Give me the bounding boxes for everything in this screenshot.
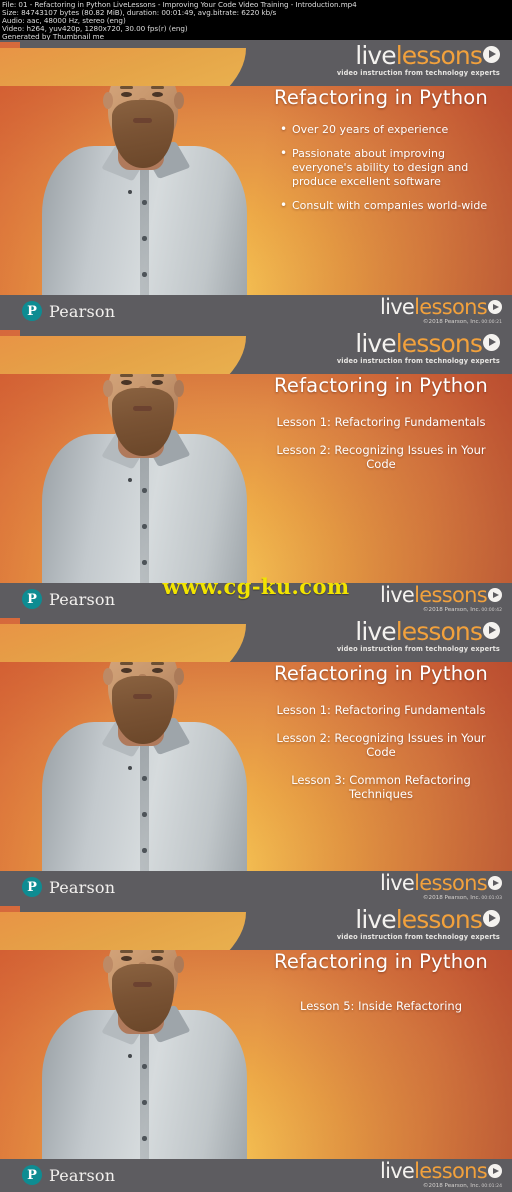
- copyright-text: ©2018 Pearson, Inc.: [422, 895, 481, 901]
- play-circle-icon: [483, 334, 500, 351]
- livelessons-logo: livelessons video instruction from techn…: [337, 331, 500, 365]
- video-frame[interactable]: livelessons video instruction from techn…: [0, 616, 512, 904]
- lesson-item: Lesson 5: Inside Refactoring: [299, 999, 462, 1013]
- frame-timecode: 00:00:21: [481, 320, 502, 325]
- logo-tagline: video instruction from technology expert…: [336, 69, 500, 77]
- slide-title: Refactoring in Python: [274, 86, 488, 109]
- logo-live-text: live: [355, 905, 396, 934]
- logo-live-text: live: [379, 1159, 415, 1183]
- slide-footer-bar: Pearson livelessons ©2018 Pearson, Inc.0…: [0, 295, 512, 328]
- slide-title: Refactoring in Python: [274, 950, 488, 973]
- pearson-logo: Pearson: [22, 877, 115, 897]
- lesson-list: Lesson 1: Refactoring Fundamentals Lesso…: [262, 703, 500, 802]
- frame-timecode: 00:01:24: [481, 1184, 502, 1189]
- lesson-item: Lesson 2: Recognizing Issues in Your Cod…: [276, 442, 486, 472]
- play-circle-icon: [488, 300, 502, 314]
- logo-lessons-text: lessons: [395, 617, 483, 646]
- slide-content: Refactoring in Python Lesson 5: Inside R…: [256, 950, 512, 1192]
- lesson-item: Lesson 1: Refactoring Fundamentals: [276, 703, 486, 717]
- pearson-mark-icon: [22, 877, 42, 897]
- bullet-item: Over 20 years of experience: [280, 122, 496, 137]
- logo-tagline: video instruction from technology expert…: [336, 933, 500, 941]
- slide-content: Refactoring in Python Over 20 years of e…: [256, 86, 512, 328]
- logo-lessons-text: lessons: [395, 905, 483, 934]
- logo-live-text: live: [355, 41, 396, 70]
- logo-live-text: live: [355, 617, 396, 646]
- logo-lessons-text: lessons: [414, 871, 488, 895]
- lesson-item: Lesson 2: Recognizing Issues in Your Cod…: [276, 730, 486, 760]
- slide-content: Refactoring in Python Lesson 1: Refactor…: [256, 662, 512, 904]
- copyright-text: ©2018 Pearson, Inc.: [422, 607, 481, 613]
- pearson-logo: Pearson: [22, 301, 115, 321]
- frame-grid: livelessons video instruction from techn…: [0, 40, 512, 1192]
- thumbnail-sheet: File: 01 - Refactoring in Python LiveLes…: [0, 0, 512, 1192]
- slide-footer-bar: Pearson livelessons ©2018 Pearson, Inc.0…: [0, 871, 512, 904]
- slide-footer-bar: Pearson livelessons ©2018 Pearson, Inc.0…: [0, 1159, 512, 1192]
- lesson-item: Lesson 3: Common Refactoring Techniques: [291, 772, 471, 802]
- site-watermark: www.cg-ku.com: [162, 574, 350, 599]
- livelessons-logo: livelessons video instruction from techn…: [337, 43, 500, 77]
- logo-live-text: live: [379, 295, 415, 319]
- file-metadata-header: File: 01 - Refactoring in Python LiveLes…: [0, 0, 512, 40]
- slide-title: Refactoring in Python: [274, 374, 488, 397]
- slide-header-band: livelessons video instruction from techn…: [0, 40, 512, 86]
- pearson-wordmark: Pearson: [49, 301, 116, 321]
- frame-timecode: 00:00:42: [481, 608, 502, 613]
- play-circle-icon: [488, 1164, 502, 1178]
- livelessons-logo-footer: livelessons ©2018 Pearson, Inc.00:01:03: [380, 873, 502, 902]
- livelessons-logo-footer: livelessons ©2018 Pearson, Inc.00:00:21: [380, 297, 502, 326]
- livelessons-logo: livelessons video instruction from techn…: [337, 619, 500, 653]
- logo-lessons-text: lessons: [395, 329, 483, 358]
- frame-timecode: 00:01:03: [481, 896, 502, 901]
- pearson-logo: Pearson: [22, 1165, 115, 1185]
- copyright-text: ©2018 Pearson, Inc.: [422, 319, 481, 325]
- livelessons-logo: livelessons video instruction from techn…: [337, 907, 500, 941]
- logo-live-text: live: [379, 871, 415, 895]
- play-circle-icon: [483, 46, 500, 63]
- pearson-mark-icon: [22, 301, 42, 321]
- video-frame[interactable]: livelessons video instruction from techn…: [0, 40, 512, 328]
- bullet-item: Consult with companies world-wide: [280, 198, 496, 213]
- pearson-wordmark: Pearson: [49, 1165, 116, 1185]
- pearson-mark-icon: [22, 1165, 42, 1185]
- lesson-list: Lesson 1: Refactoring Fundamentals Lesso…: [262, 415, 500, 472]
- video-frame[interactable]: livelessons video instruction from techn…: [0, 328, 512, 616]
- play-circle-icon: [488, 876, 502, 890]
- slide-header-band: livelessons video instruction from techn…: [0, 328, 512, 374]
- play-circle-icon: [483, 622, 500, 639]
- bullet-list: Over 20 years of experience Passionate a…: [262, 122, 500, 213]
- lesson-item: Lesson 1: Refactoring Fundamentals: [276, 415, 486, 429]
- logo-lessons-text: lessons: [414, 295, 488, 319]
- slide-header-band: livelessons video instruction from techn…: [0, 904, 512, 950]
- logo-tagline: video instruction from technology expert…: [336, 357, 500, 365]
- copyright-text: ©2018 Pearson, Inc.: [422, 1183, 481, 1189]
- logo-tagline: video instruction from technology expert…: [336, 645, 500, 653]
- play-circle-icon: [483, 910, 500, 927]
- pearson-wordmark: Pearson: [49, 877, 116, 897]
- logo-lessons-text: lessons: [395, 41, 483, 70]
- lesson-list: Lesson 5: Inside Refactoring: [262, 999, 500, 1014]
- livelessons-logo-footer: livelessons ©2018 Pearson, Inc.00:01:24: [380, 1161, 502, 1190]
- logo-live-text: live: [355, 329, 396, 358]
- logo-lessons-text: lessons: [414, 1159, 488, 1183]
- slide-header-band: livelessons video instruction from techn…: [0, 616, 512, 662]
- video-frame[interactable]: livelessons video instruction from techn…: [0, 904, 512, 1192]
- slide-title: Refactoring in Python: [274, 662, 488, 685]
- bullet-item: Passionate about improving everyone's ab…: [280, 146, 496, 189]
